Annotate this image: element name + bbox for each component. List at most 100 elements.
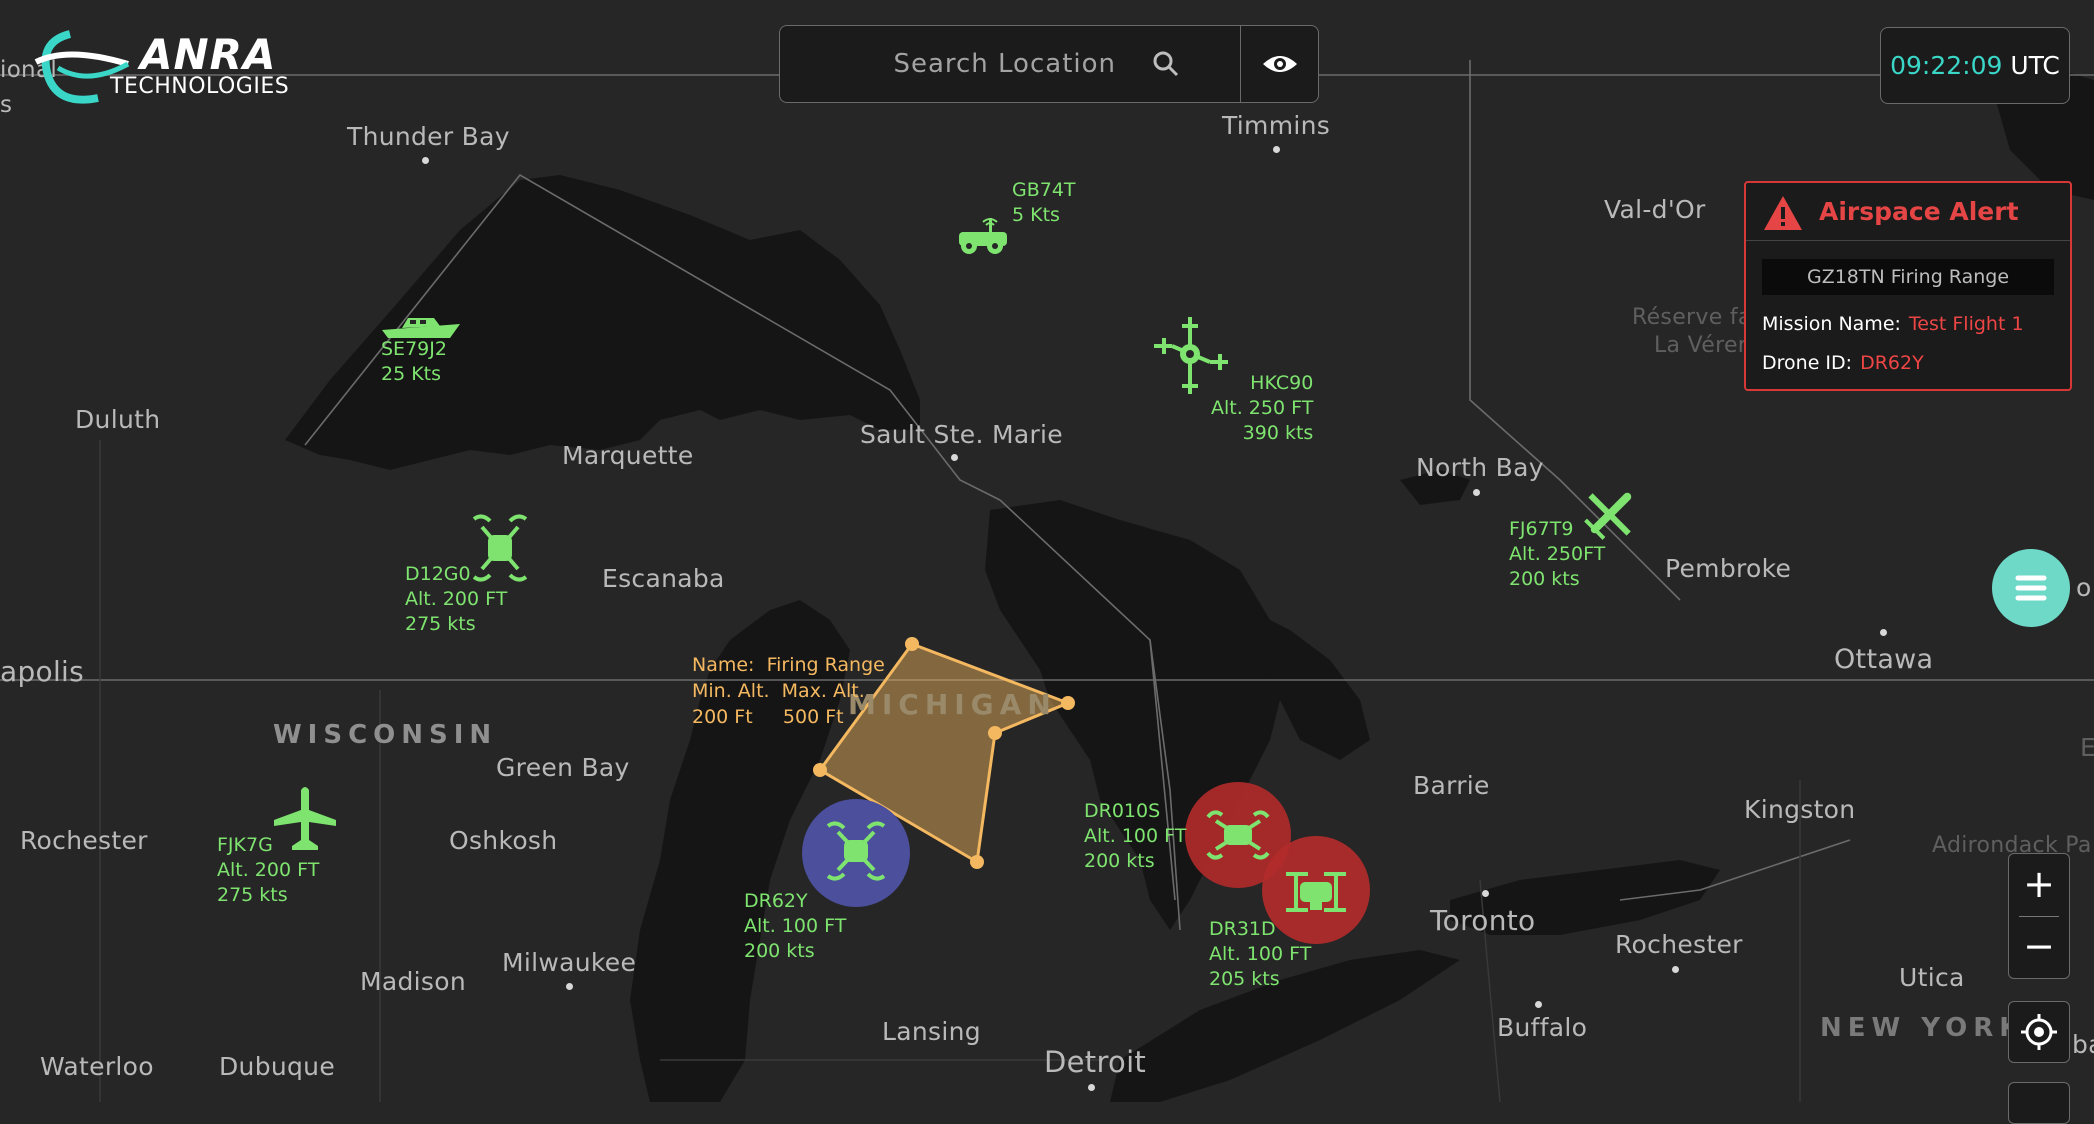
vehicle-label-se79j2: SE79J2 25 Kts <box>381 337 447 387</box>
vehicle-alt: Alt. 100 FT <box>1209 943 1312 965</box>
city-kingston: Kingston <box>1744 795 1856 824</box>
quadcopter-drone-icon[interactable] <box>1206 803 1270 871</box>
vehicle-speed: 200 kts <box>1509 568 1580 590</box>
clock-time: 09:22:09 <box>1890 51 2003 80</box>
mission-label: Mission Name: <box>1762 313 1901 335</box>
vehicle-speed: 200 kts <box>744 940 815 962</box>
city-sault-ste-marie: Sault Ste. Marie <box>860 420 1063 449</box>
region-new-york: NEW YORK <box>1820 1013 2026 1043</box>
city-barrie: Barrie <box>1413 771 1490 800</box>
city-dot <box>1880 629 1887 636</box>
map-layer-button[interactable] <box>2008 1082 2070 1124</box>
vehicle-speed: 390 kts <box>1242 422 1314 444</box>
visibility-toggle-button[interactable] <box>1240 26 1319 102</box>
vehicle-speed: 275 kts <box>217 884 288 906</box>
city-thunder-bay: Thunder Bay <box>347 122 510 151</box>
city-dot <box>951 454 958 461</box>
vehicle-alt: Alt. 100 FT <box>1084 825 1187 847</box>
zoom-in-button[interactable]: + <box>2009 854 2069 916</box>
city-detroit: Detroit <box>1044 1045 1147 1079</box>
city-waterloo: Waterloo <box>40 1052 154 1081</box>
vehicle-speed: 275 kts <box>405 613 476 635</box>
vehicle-id: DR62Y <box>744 890 808 912</box>
quadcopter-drone-icon[interactable] <box>824 818 888 888</box>
utc-clock: 09:22:09 UTC <box>1880 27 2070 104</box>
alert-zone-name: GZ18TN Firing Range <box>1762 259 2054 295</box>
edge-label: E <box>2080 733 2094 762</box>
vehicle-label-dr31d: DR31D Alt. 100 FT 205 kts <box>1209 917 1311 992</box>
city-apolis: apolis <box>0 655 85 688</box>
zone-min-alt: 200 Ft <box>692 706 753 728</box>
divider <box>1746 240 2070 241</box>
city-dot <box>422 157 429 164</box>
vehicle-alt: Alt. 250FT <box>1509 543 1606 565</box>
city-rochester-ny: Rochester <box>1615 930 1743 959</box>
vehicle-alt: Alt. 100 FT <box>744 915 847 937</box>
city-duluth: Duluth <box>75 405 161 434</box>
vehicle-speed: 5 Kts <box>1012 204 1060 226</box>
drone-label: Drone ID: <box>1762 352 1853 374</box>
mission-value: Test Flight 1 <box>1908 313 2024 335</box>
vehicle-id: HKC90 <box>1250 372 1314 394</box>
vehicle-label-gb74t: GB74T 5 Kts <box>1012 178 1076 228</box>
drone-value: DR62Y <box>1860 352 1924 374</box>
alert-title: Airspace Alert <box>1819 197 2019 226</box>
city-oshkosh: Oshkosh <box>449 826 558 855</box>
alert-mission-row: Mission Name: Test Flight 1 <box>1762 313 2024 335</box>
vehicle-id: DR31D <box>1209 918 1276 940</box>
search-icon[interactable] <box>1152 50 1180 82</box>
hexacopter-drone-icon[interactable] <box>1282 866 1350 922</box>
city-dot <box>1088 1084 1095 1091</box>
vehicle-id: GB74T <box>1012 179 1076 201</box>
vehicle-label-d12g0: D12G0 Alt. 200 FT 275 kts <box>405 562 507 637</box>
park-reserve: Réserve fa <box>1632 305 1752 330</box>
crosshair-icon <box>2021 1014 2057 1050</box>
vehicle-label-fjk7g: FJK7G Alt. 200 FT 275 kts <box>217 833 319 908</box>
locate-me-button[interactable] <box>2008 1001 2070 1063</box>
airspace-alert-panel: Airspace Alert GZ18TN Firing Range Missi… <box>1744 181 2072 391</box>
menu-button[interactable] <box>1992 549 2070 627</box>
map-canvas[interactable] <box>0 0 2094 1102</box>
vehicle-alt: Alt. 200 FT <box>217 859 320 881</box>
vehicle-alt: Alt. 200 FT <box>405 588 508 610</box>
zoom-out-button[interactable]: − <box>2009 916 2069 978</box>
city-dot <box>1273 146 1280 153</box>
city-dot <box>566 983 573 990</box>
vehicle-label-dr62y: DR62Y Alt. 100 FT 200 kts <box>744 889 846 964</box>
city-utica: Utica <box>1899 963 1965 992</box>
vehicle-id: SE79J2 <box>381 338 447 360</box>
city-ottawa: Ottawa <box>1834 644 1934 675</box>
vehicle-id: FJK7G <box>217 834 273 856</box>
city-dot <box>1535 1001 1542 1008</box>
city-val-dor: Val-d'Or <box>1604 195 1706 224</box>
region-wisconsin: WISCONSIN <box>273 720 498 750</box>
city-timmins: Timmins <box>1222 111 1331 140</box>
zoom-control: + − <box>2008 853 2070 979</box>
park-reserve-2: La Vérer <box>1654 333 1748 358</box>
zone-max-alt: 500 Ft <box>782 706 844 728</box>
brand-logo: ANRA TECHNOLOGIES <box>28 24 290 108</box>
city-north-bay: North Bay <box>1416 453 1544 482</box>
vehicle-label-fj67t9: FJ67T9 Alt. 250FT 200 kts <box>1509 517 1605 592</box>
vehicle-speed: 25 Kts <box>381 363 442 385</box>
city-escanaba: Escanaba <box>602 564 725 593</box>
city-green-bay: Green Bay <box>496 753 630 782</box>
warning-icon <box>1762 194 1804 236</box>
ground-vehicle-icon[interactable] <box>955 214 1011 260</box>
city-dot <box>1482 890 1489 897</box>
city-lansing: Lansing <box>882 1017 981 1046</box>
city-dot <box>1473 489 1480 496</box>
brand-name: ANRA <box>140 30 277 79</box>
zone-min-label: Min. Alt. <box>692 680 770 702</box>
vehicle-speed: 205 kts <box>1209 968 1280 990</box>
city-madison: Madison <box>360 967 466 996</box>
vehicle-speed: 200 kts <box>1084 850 1155 872</box>
eye-icon <box>1263 56 1297 72</box>
city-toronto: Toronto <box>1430 904 1536 937</box>
city-dubuque: Dubuque <box>219 1052 336 1081</box>
brand-subtitle: TECHNOLOGIES <box>110 74 290 99</box>
alert-drone-row: Drone ID: DR62Y <box>1762 352 1924 374</box>
edge-label: ba <box>2072 1030 2094 1059</box>
vehicle-id: D12G0 <box>405 563 471 585</box>
city-marquette: Marquette <box>562 441 694 470</box>
